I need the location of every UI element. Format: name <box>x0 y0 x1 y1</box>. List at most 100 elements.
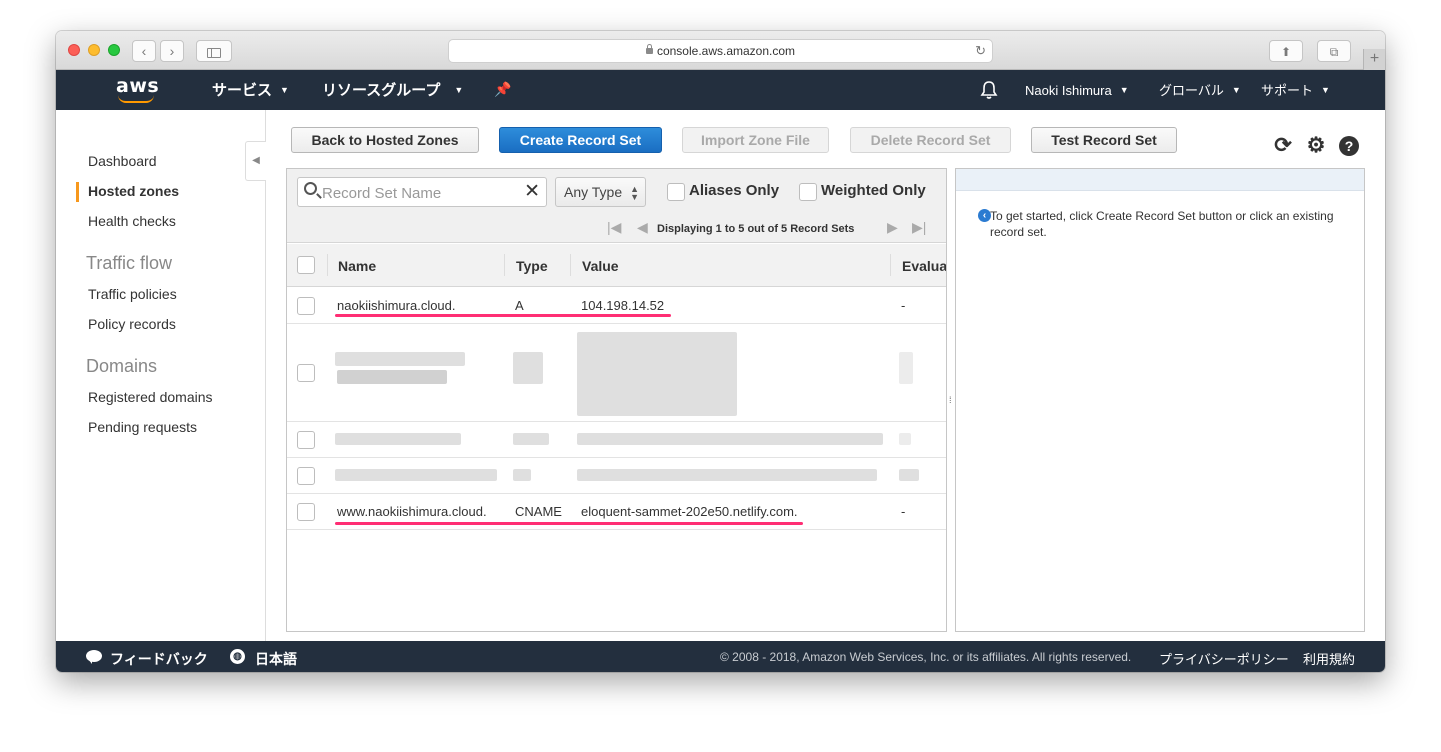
type-select-value: Any Type <box>564 184 623 200</box>
sidebar-icon <box>207 48 221 58</box>
redacted-name <box>335 433 461 445</box>
redacted-evaluate <box>899 352 913 384</box>
test-record-set-button[interactable]: Test Record Set <box>1031 127 1177 153</box>
panel-resize-handle[interactable]: ⁞ <box>949 395 952 405</box>
redacted-type <box>513 433 549 445</box>
sidebar-item-pending-requests[interactable]: Pending requests <box>88 419 197 435</box>
minimize-window-button[interactable] <box>88 44 100 56</box>
record-type: A <box>515 298 524 313</box>
redacted-name <box>337 370 447 384</box>
sidebar-item-hosted-zones[interactable]: Hosted zones <box>88 183 179 199</box>
redacted-value <box>577 469 877 481</box>
row-checkbox[interactable] <box>297 431 315 449</box>
row-checkbox[interactable] <box>297 503 315 521</box>
gear-icon[interactable]: ⚙ <box>1305 135 1327 157</box>
row-checkbox[interactable] <box>297 364 315 382</box>
services-menu[interactable]: サービス ▼ <box>212 70 289 110</box>
filter-bar: ✕ Any Type ▲▼ Aliases Only Weighted Only… <box>287 169 946 243</box>
table-row[interactable] <box>287 458 946 494</box>
pin-icon[interactable]: 📌 <box>494 81 511 98</box>
column-header-type[interactable]: Type <box>516 258 548 274</box>
column-header-value[interactable]: Value <box>582 258 619 274</box>
svg-text:?: ? <box>1345 138 1354 154</box>
close-icon[interactable]: ✕ <box>524 181 540 203</box>
sidebar-item-health-checks[interactable]: Health checks <box>88 213 176 229</box>
aws-logo-text: aws <box>116 75 160 97</box>
aws-logo[interactable]: aws <box>116 75 160 105</box>
search-input[interactable] <box>322 183 522 203</box>
feedback-link[interactable]: フィードバック <box>110 649 208 669</box>
region-menu[interactable]: グローバル ▼ <box>1159 70 1241 110</box>
aliases-only-checkbox[interactable] <box>667 183 685 201</box>
aws-smile-icon <box>118 95 154 103</box>
copyright-text: © 2008 - 2018, Amazon Web Services, Inc.… <box>720 650 1132 664</box>
last-page-icon[interactable]: ▶| <box>912 219 926 236</box>
next-page-icon[interactable]: ▶ <box>887 219 898 236</box>
help-icon[interactable]: ? <box>1338 135 1360 157</box>
forward-button[interactable]: › <box>160 40 184 62</box>
tabs-overview-button[interactable]: ⧉ <box>1317 40 1351 62</box>
user-menu[interactable]: Naoki Ishimura ▼ <box>1025 70 1129 110</box>
back-to-hosted-zones-button[interactable]: Back to Hosted Zones <box>291 127 479 153</box>
privacy-policy-link[interactable]: プライバシーポリシー <box>1159 649 1289 668</box>
row-checkbox[interactable] <box>297 467 315 485</box>
back-button[interactable]: ‹ <box>132 40 156 62</box>
select-all-checkbox[interactable] <box>297 256 315 274</box>
column-header-evaluate[interactable]: Evalua <box>902 258 946 274</box>
table-row[interactable] <box>287 422 946 458</box>
record-evaluate: - <box>901 504 906 519</box>
table-row[interactable]: naokiishimura.cloud. A 104.198.14.52 - <box>287 288 946 324</box>
redacted-name <box>335 352 465 366</box>
sidebar-item-dashboard[interactable]: Dashboard <box>88 153 157 169</box>
search-icon <box>304 182 317 195</box>
delete-record-set-button[interactable]: Delete Record Set <box>850 127 1011 153</box>
collapse-sidebar-button[interactable]: ◀ <box>245 141 266 181</box>
prev-page-icon[interactable]: ◀ <box>637 219 648 236</box>
language-link[interactable]: 日本語 <box>255 649 297 669</box>
chevron-down-icon: ▼ <box>1321 85 1330 95</box>
record-name: naokiishimura.cloud. <box>337 298 456 313</box>
record-evaluate: - <box>901 298 906 313</box>
type-select[interactable]: Any Type ▲ ▼ <box>555 177 646 207</box>
speech-bubble-icon <box>86 650 102 664</box>
support-label: サポート <box>1261 83 1314 98</box>
first-page-icon[interactable]: |◀ <box>607 219 621 236</box>
share-button[interactable]: ⬆ <box>1269 40 1303 62</box>
sidebar-toggle-button[interactable] <box>196 40 232 62</box>
new-tab-button[interactable]: + <box>1363 49 1385 70</box>
redacted-value <box>577 433 883 445</box>
bell-icon[interactable] <box>980 80 998 100</box>
sidebar-item-policy-records[interactable]: Policy records <box>88 316 176 332</box>
weighted-only-checkbox[interactable] <box>799 183 817 201</box>
resource-groups-menu[interactable]: リソースグループ ▼ <box>322 70 463 110</box>
highlight-underline <box>335 522 803 525</box>
chevron-down-icon: ▼ <box>1119 85 1129 95</box>
chevron-down-icon: ▼ <box>280 85 289 95</box>
pager-text: Displaying 1 to 5 out of 5 Record Sets <box>657 223 855 235</box>
plus-icon: + <box>1369 50 1380 67</box>
sidebar: Dashboard Hosted zones Health checks Tra… <box>56 110 266 641</box>
refresh-icon[interactable]: ⟳ <box>1272 135 1294 157</box>
reload-icon[interactable]: ↻ <box>975 40 986 62</box>
share-icon: ⬆ <box>1280 45 1292 59</box>
terms-link[interactable]: 利用規約 <box>1303 649 1355 668</box>
import-zone-file-button[interactable]: Import Zone File <box>682 127 829 153</box>
redacted-evaluate <box>899 433 911 445</box>
weighted-only-label: Weighted Only <box>821 182 926 199</box>
address-bar[interactable]: console.aws.amazon.com ↻ <box>448 39 993 63</box>
close-window-button[interactable] <box>68 44 80 56</box>
lock-icon <box>645 44 653 54</box>
row-checkbox[interactable] <box>297 297 315 315</box>
chevron-down-icon: ▼ <box>454 85 464 95</box>
column-divider <box>327 254 328 276</box>
support-menu[interactable]: サポート ▼ <box>1261 70 1330 110</box>
maximize-window-button[interactable] <box>108 44 120 56</box>
sidebar-item-registered-domains[interactable]: Registered domains <box>88 389 213 405</box>
table-row[interactable] <box>287 324 946 422</box>
create-record-set-button[interactable]: Create Record Set <box>499 127 662 153</box>
aliases-only-label: Aliases Only <box>689 182 780 199</box>
table-row[interactable]: www.naokiishimura.cloud. CNAME eloquent-… <box>287 494 946 530</box>
column-header-name[interactable]: Name <box>338 258 376 274</box>
record-set-search[interactable]: ✕ <box>297 177 547 207</box>
sidebar-item-traffic-policies[interactable]: Traffic policies <box>88 286 177 302</box>
